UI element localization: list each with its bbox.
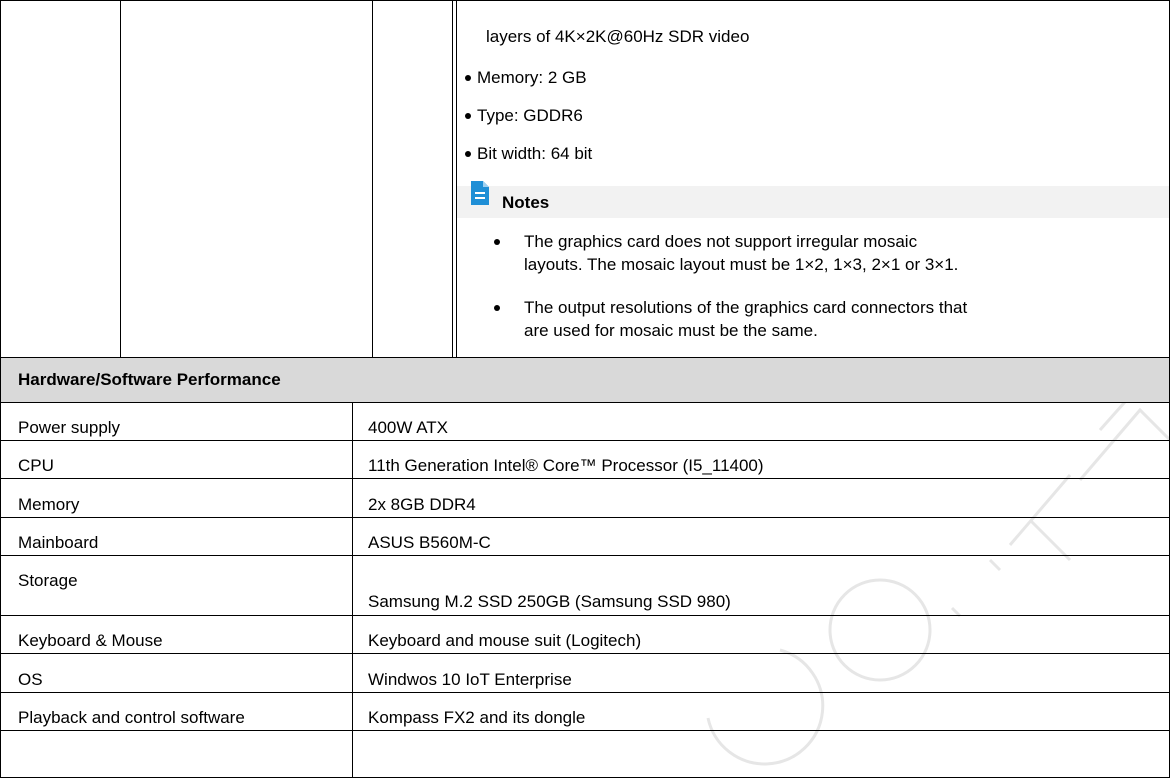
table-border-left bbox=[0, 0, 1, 778]
row-divider bbox=[0, 730, 1170, 731]
row-value: 2x 8GB DDR4 bbox=[368, 495, 476, 514]
note-1-line-1: The graphics card does not support irreg… bbox=[524, 232, 918, 251]
memory-line: Memory: 2 GB bbox=[477, 68, 587, 87]
row-divider bbox=[0, 615, 1170, 616]
row-label: Power supply bbox=[18, 418, 121, 437]
notes-header-background bbox=[457, 186, 1170, 218]
note-2-line-1: The output resolutions of the graphics c… bbox=[524, 298, 968, 317]
section-title: Hardware/Software Performance bbox=[18, 370, 281, 389]
notes-document-icon bbox=[471, 181, 489, 205]
bullet-dot bbox=[465, 151, 471, 157]
column-divider bbox=[456, 0, 457, 358]
column-divider bbox=[120, 0, 121, 358]
row-label: CPU bbox=[18, 456, 54, 475]
spec-table: layers of 4K×2K@60Hz SDR video Memory: 2… bbox=[0, 0, 1170, 778]
row-value: Keyboard and mouse suit (Logitech) bbox=[368, 631, 642, 650]
cell-text-line: layers of 4K×2K@60Hz SDR video bbox=[486, 27, 750, 46]
row-value: ASUS B560M-C bbox=[368, 533, 491, 552]
type-line: Type: GDDR6 bbox=[477, 106, 583, 125]
column-divider bbox=[352, 402, 353, 778]
note-bullet-dot bbox=[494, 305, 500, 311]
row-divider bbox=[0, 478, 1170, 479]
column-divider bbox=[452, 0, 453, 358]
row-divider bbox=[0, 517, 1170, 518]
note-1-line-2: layouts. The mosaic layout must be 1×2, … bbox=[524, 255, 959, 274]
row-label: OS bbox=[18, 670, 43, 689]
row-divider bbox=[0, 555, 1170, 556]
note-2-line-2: are used for mosaic must be the same. bbox=[524, 321, 818, 340]
note-bullet-dot bbox=[494, 239, 500, 245]
row-divider bbox=[0, 653, 1170, 654]
row-label: Mainboard bbox=[18, 533, 99, 552]
row-value: Windwos 10 IoT Enterprise bbox=[368, 670, 572, 689]
bit-width-line: Bit width: 64 bit bbox=[477, 144, 593, 163]
table-border-top bbox=[0, 0, 1170, 1]
row-value: Samsung M.2 SSD 250GB (Samsung SSD 980) bbox=[368, 592, 731, 611]
row-label: Playback and control software bbox=[18, 708, 245, 727]
row-label: Storage bbox=[18, 571, 78, 590]
row-divider bbox=[0, 692, 1170, 693]
row-label: Keyboard & Mouse bbox=[18, 631, 163, 650]
row-divider bbox=[0, 440, 1170, 441]
bullet-dot bbox=[465, 113, 471, 119]
bullet-dot bbox=[465, 75, 471, 81]
column-divider bbox=[372, 0, 373, 358]
row-divider bbox=[0, 357, 1170, 358]
notes-title: Notes bbox=[502, 193, 550, 212]
row-label: Memory bbox=[18, 495, 80, 514]
row-value: 11th Generation Intel® Core™ Processor (… bbox=[368, 456, 764, 475]
row-value: Kompass FX2 and its dongle bbox=[368, 708, 586, 727]
row-value: 400W ATX bbox=[368, 418, 448, 437]
row-divider bbox=[0, 402, 1170, 403]
